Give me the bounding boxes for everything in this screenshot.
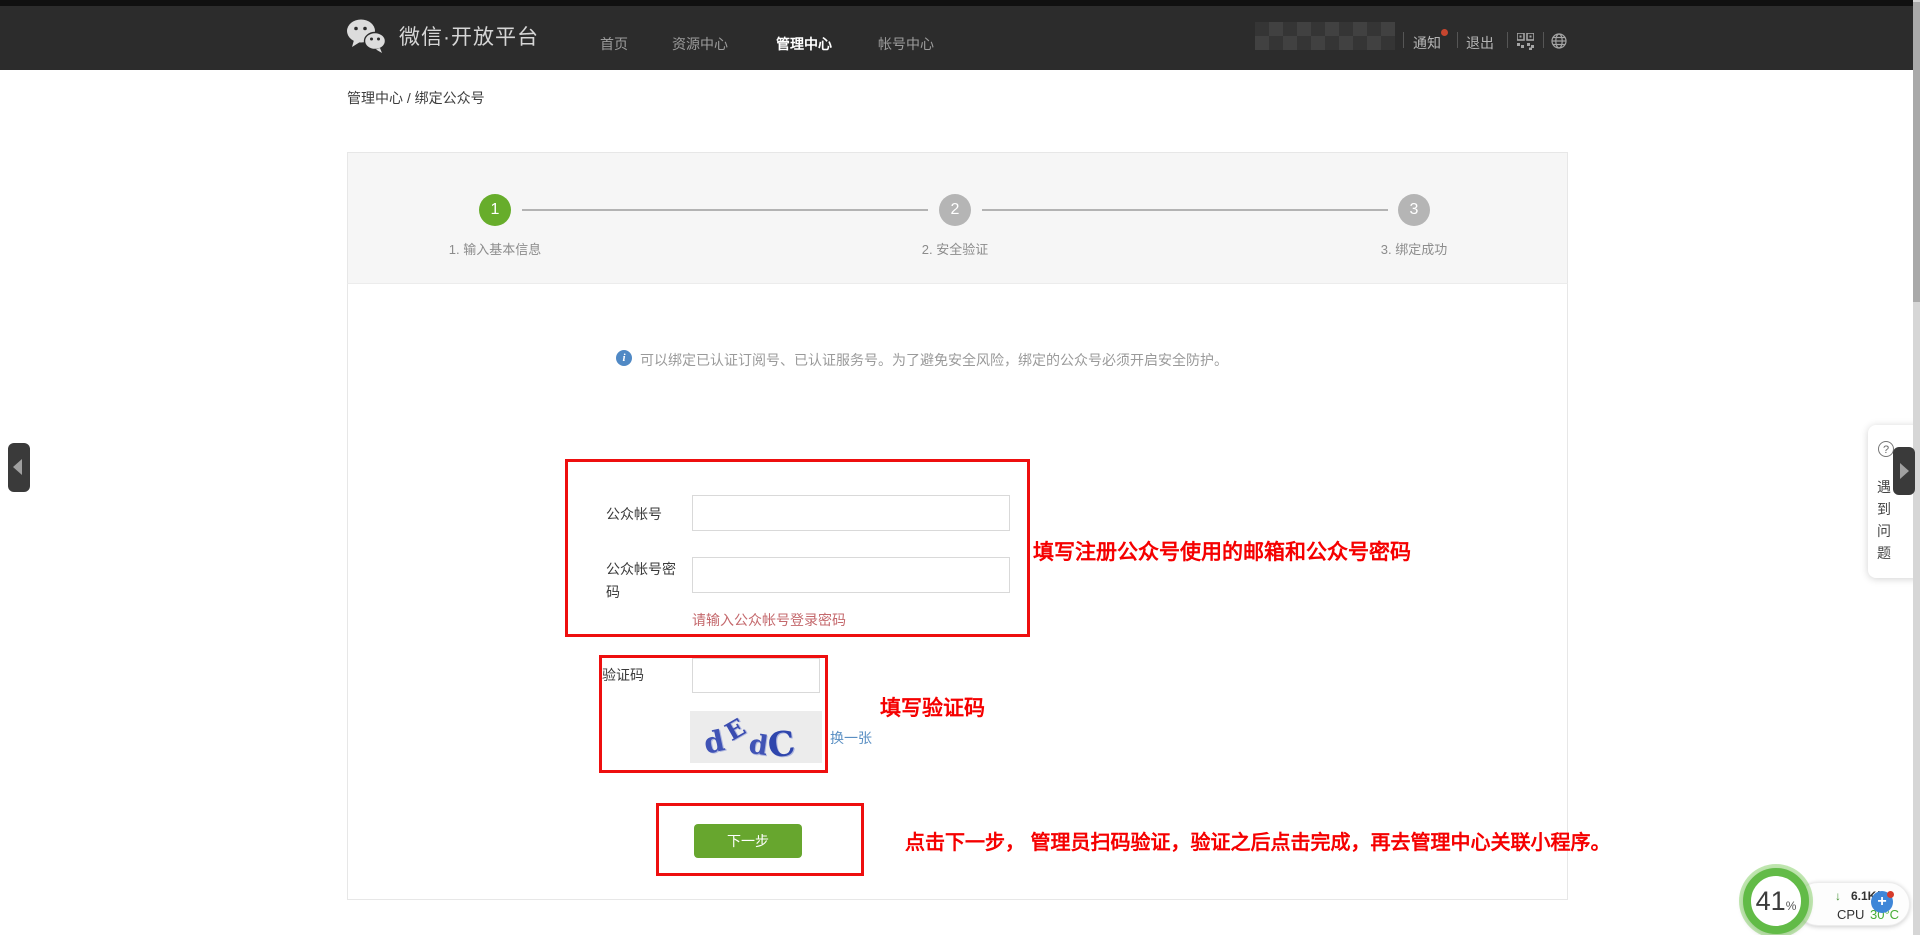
header-bar: 微信·开放平台 首页 资源中心 管理中心 帐号中心 通知 退出 — [0, 6, 1920, 70]
percent-sign: % — [1786, 899, 1797, 913]
annotation-box-next — [656, 803, 864, 876]
header-divider — [1543, 32, 1544, 48]
nav-account-center[interactable]: 帐号中心 — [878, 34, 934, 54]
annotation-text-captcha: 填写验证码 — [880, 692, 985, 722]
feedback-label-char: 遇 — [1877, 477, 1891, 497]
annotation-box-account — [565, 459, 1030, 637]
blurred-username[interactable] — [1255, 22, 1395, 50]
step-connector — [982, 209, 1388, 211]
help-question-icon: ? — [1878, 441, 1894, 457]
brand[interactable]: 微信·开放平台 — [345, 18, 539, 54]
chevron-right-icon — [1900, 463, 1909, 479]
scrollbar-thumb[interactable] — [1913, 2, 1920, 302]
qr-code-icon[interactable] — [1517, 33, 1534, 50]
step-2-label: 2. 安全验证 — [922, 239, 988, 258]
feedback-label-char: 题 — [1877, 543, 1891, 563]
step-3-circle: 3 — [1398, 194, 1430, 226]
header-divider — [1507, 32, 1508, 48]
notice-badge-dot — [1441, 29, 1448, 36]
header-divider — [1457, 32, 1458, 48]
captcha-refresh-link[interactable]: 换一张 — [830, 728, 872, 748]
feedback-label-char: 问 — [1877, 521, 1891, 541]
system-monitor-panel: ↓ 6.1K/s CPU 30°C — [1796, 882, 1910, 926]
left-collapse-toggle[interactable] — [8, 443, 30, 492]
memory-percent: 41 — [1756, 886, 1786, 916]
annotation-box-captcha — [599, 655, 828, 773]
right-collapse-toggle[interactable] — [1893, 447, 1915, 495]
nav-admin-center[interactable]: 管理中心 — [776, 34, 832, 54]
step-1-label: 1. 输入基本信息 — [449, 239, 541, 258]
cpu-label: CPU — [1837, 907, 1864, 922]
breadcrumb: 管理中心 / 绑定公众号 — [347, 88, 485, 108]
info-icon: i — [616, 350, 632, 366]
wechat-logo-icon — [345, 18, 387, 54]
globe-language-icon[interactable] — [1551, 33, 1567, 49]
feedback-label-char: 到 — [1877, 499, 1891, 519]
notice-link[interactable]: 通知 — [1413, 33, 1441, 53]
wechat-open-platform-page: 微信·开放平台 首页 资源中心 管理中心 帐号中心 通知 退出 — [0, 0, 1920, 935]
annotation-text-next: 点击下一步， 管理员扫码验证，验证之后点击完成，再去管理中心关联小程序。 — [905, 826, 1611, 855]
step-2-circle: 2 — [939, 194, 971, 226]
annotation-text-account: 填写注册公众号使用的邮箱和公众号密码 — [1033, 536, 1411, 566]
brand-title: 微信·开放平台 — [399, 21, 539, 51]
logout-link[interactable]: 退出 — [1466, 33, 1494, 53]
speed-ball-gauge[interactable]: 41% — [1743, 868, 1809, 934]
chevron-left-icon — [13, 459, 22, 475]
monitor-alert-dot — [1887, 891, 1894, 898]
download-arrow-icon: ↓ — [1835, 889, 1841, 903]
bind-notice-text: 可以绑定已认证订阅号、已认证服务号。为了避免安全风险，绑定的公众号必须开启安全防… — [640, 350, 1228, 370]
header-divider — [1403, 32, 1404, 48]
step-3-label: 3. 绑定成功 — [1381, 239, 1447, 258]
nav-resource-center[interactable]: 资源中心 — [672, 34, 728, 54]
step-1-circle: 1 — [479, 194, 511, 226]
nav-home[interactable]: 首页 — [600, 34, 628, 54]
step-connector — [522, 209, 928, 211]
